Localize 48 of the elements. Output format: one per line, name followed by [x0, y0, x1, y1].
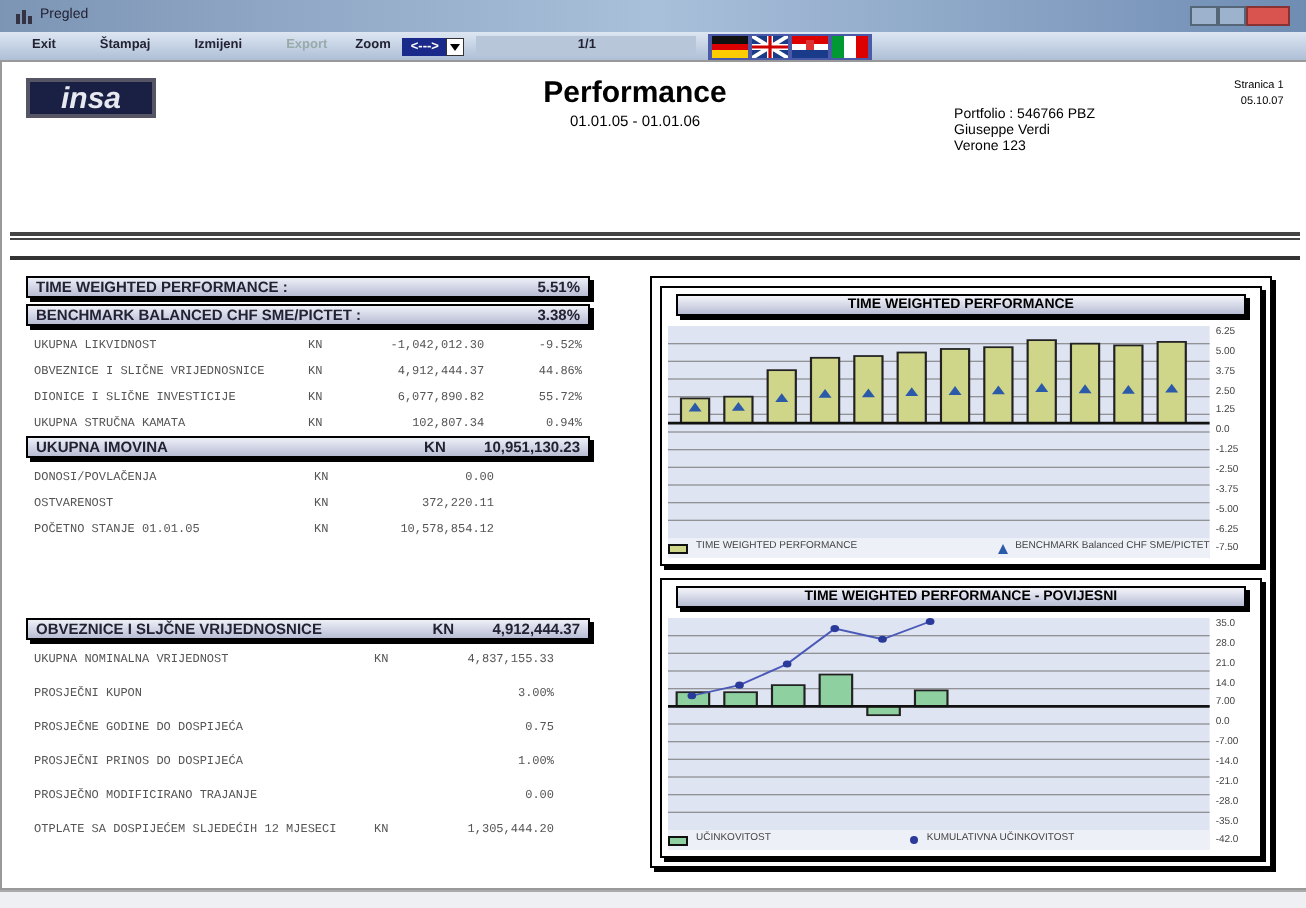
data-point [687, 692, 697, 700]
caret-icon [446, 37, 465, 55]
triangle-marker [1078, 384, 1092, 394]
flag-icon[interactable] [752, 35, 789, 57]
report-title: Performance [543, 78, 727, 110]
data-point [878, 635, 887, 643]
bar [914, 689, 949, 708]
flag-icon[interactable] [792, 35, 829, 57]
chart-icon [16, 8, 32, 24]
legend-swatch-icon [668, 835, 688, 845]
bar [853, 355, 884, 425]
triangle-marker [775, 393, 789, 402]
bar [1070, 342, 1101, 425]
bar [1156, 340, 1187, 425]
legend-swatch-icon [668, 543, 688, 553]
triangle-marker [688, 402, 702, 412]
bar [1026, 339, 1057, 425]
triangle-marker [948, 386, 962, 395]
bar [940, 348, 971, 425]
triangle-marker [818, 389, 832, 398]
triangle-marker [991, 385, 1005, 395]
maximize-button[interactable] [1218, 6, 1246, 26]
horizontal-scrollbar[interactable] [0, 890, 1306, 908]
triangle-icon [997, 543, 1008, 553]
data-point [830, 625, 840, 633]
flag-icon[interactable] [832, 35, 869, 57]
bar [983, 346, 1014, 425]
triangle-marker [1165, 383, 1179, 393]
bar [1113, 344, 1144, 425]
triangle-marker [905, 387, 919, 397]
dot-icon [910, 836, 919, 844]
bar [818, 673, 854, 708]
triangle-marker [1035, 383, 1049, 392]
triangle-marker [861, 388, 875, 398]
data-point [782, 660, 792, 668]
bar [896, 351, 927, 425]
data-point [735, 681, 744, 689]
minimize-button[interactable] [1190, 6, 1218, 26]
bar [866, 705, 901, 717]
triangle-marker [1121, 384, 1135, 394]
triangle-marker [731, 401, 745, 411]
bar [723, 691, 758, 708]
data-point [925, 618, 935, 626]
bar [766, 369, 797, 425]
logo: insa [26, 78, 156, 118]
flag-icon[interactable] [712, 35, 749, 57]
bar [810, 356, 841, 425]
bar [771, 684, 806, 708]
